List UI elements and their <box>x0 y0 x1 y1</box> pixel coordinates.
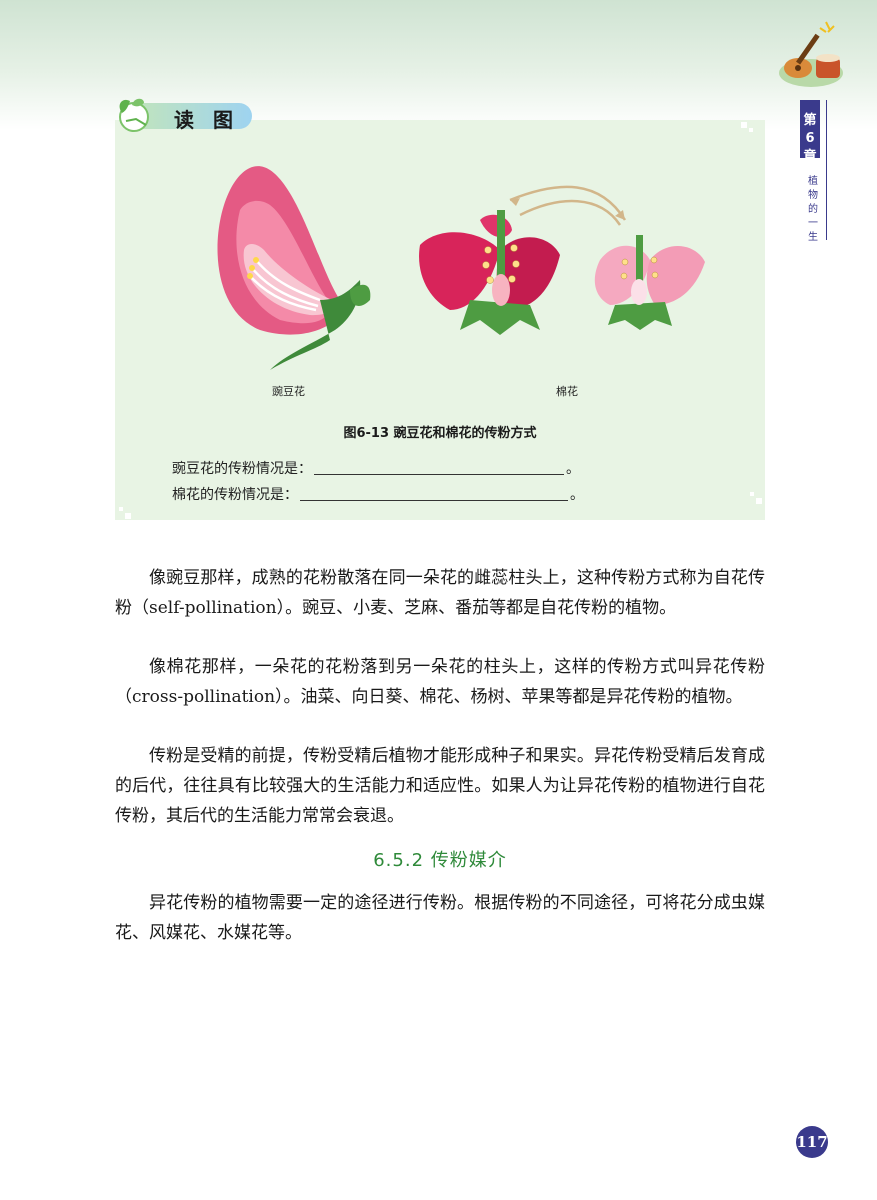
chapter-number-tab: 第6章 <box>800 100 820 164</box>
paragraph-cross-pollination: 像棉花那样，一朵花的花粉落到另一朵花的柱头上，这样的传粉方式叫异花传粉（cros… <box>115 657 765 707</box>
cotton-flower-illustration <box>419 185 705 335</box>
pea-answer-blank[interactable] <box>314 460 564 475</box>
pea-pollination-question: 豌豆花的传粉情况是： 。 <box>172 458 580 478</box>
pea-question-text: 豌豆花的传粉情况是： <box>172 461 312 477</box>
page-number: 117 <box>796 1126 828 1158</box>
cotton-question-text: 棉花的传粉情况是： <box>172 487 298 503</box>
question-end-mark: 。 <box>566 461 580 477</box>
paragraph-pollination-importance: 传粉是受精的前提，传粉受精后植物才能形成种子和果实。异花传粉受精后发育成的后代，… <box>115 746 765 826</box>
read-figure-heading: 读 图 <box>112 95 252 135</box>
leaf-icon <box>119 98 149 132</box>
cotton-answer-blank[interactable] <box>300 486 568 501</box>
question-end-mark: 。 <box>570 487 584 503</box>
pea-flower-illustration <box>217 166 371 370</box>
music-instruments-icon <box>779 21 843 87</box>
box-corner-decoration <box>750 492 762 504</box>
chapter-divider-line <box>826 100 827 240</box>
paragraph-pollination-media: 异花传粉的植物需要一定的途径进行传粉。根据传粉的不同途径，可将花分成虫媒花、风媒… <box>115 893 765 943</box>
figure-caption: 图6-13 豌豆花和棉花的传粉方式 <box>343 426 537 441</box>
box-corner-decoration <box>119 507 131 519</box>
read-figure-title: 读 图 <box>174 108 239 132</box>
pea-flower-label: 豌豆花 <box>272 385 305 398</box>
chapter-title: 植物的一生 <box>808 176 818 243</box>
box-corner-decoration <box>741 122 753 132</box>
cotton-pollination-question: 棉花的传粉情况是： 。 <box>172 484 584 504</box>
paragraph-self-pollination: 像豌豆那样，成熟的花粉散落在同一朵花的雌蕊柱头上，这种传粉方式称为自花传粉（se… <box>115 568 765 618</box>
cotton-flower-label: 棉花 <box>556 385 578 398</box>
section-heading: 6.5.2 传粉媒介 <box>373 850 507 871</box>
